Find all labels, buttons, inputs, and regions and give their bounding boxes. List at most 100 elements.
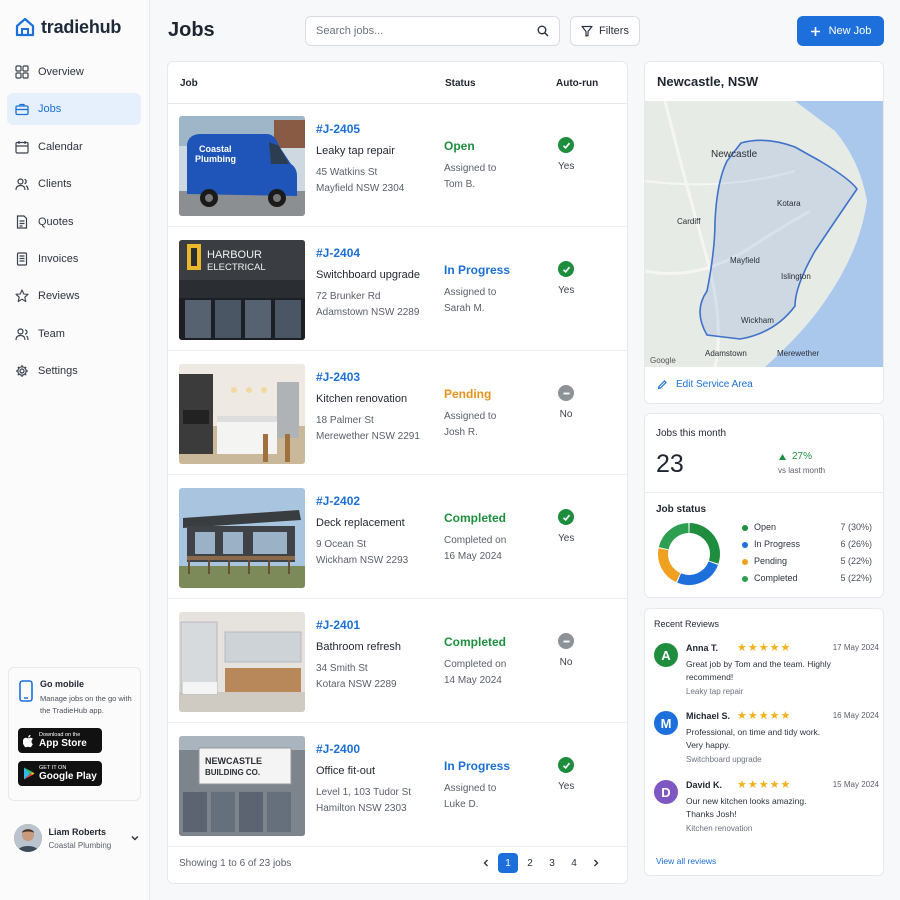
review-date: 17 May 2024 — [832, 643, 879, 652]
job-id-link[interactable]: #J-2402 — [316, 494, 360, 508]
autorun-value: No — [559, 657, 573, 668]
sidebar-item-settings[interactable]: Settings — [7, 355, 141, 387]
review-item[interactable]: D David K. ★★★★★ 15 May 2024 Our new kit… — [654, 779, 879, 841]
filters-button[interactable]: Filters — [570, 16, 640, 46]
job-title: Bathroom refresh — [316, 641, 401, 653]
status-label: Open — [444, 139, 475, 153]
job-thumbnail-building: NEWCASTLE BUILDING CO. — [179, 736, 305, 836]
google-play-button[interactable]: GET IT ON Google Play — [18, 761, 102, 786]
job-id-link[interactable]: #J-2401 — [316, 618, 360, 632]
check-circle-icon[interactable] — [558, 261, 574, 277]
assignment-label: Assigned to — [444, 163, 497, 174]
page-button[interactable]: 1 — [498, 853, 518, 873]
next-page-button[interactable] — [586, 853, 606, 873]
job-id-link[interactable]: #J-2404 — [316, 246, 360, 260]
table-row[interactable]: #J-2401 Bathroom refresh 34 Smith St Kot… — [168, 600, 627, 723]
trend-subtext: vs last month — [778, 466, 826, 475]
assignment-value: Josh R. — [444, 427, 478, 438]
home-logo-icon — [15, 17, 35, 37]
reviewer-name: Michael S. — [686, 711, 731, 721]
legend-value: 5 (22%) — [840, 573, 872, 583]
autorun-value: Yes — [558, 533, 575, 544]
search-input[interactable] — [316, 25, 537, 37]
review-job: Switchboard upgrade — [686, 755, 762, 764]
sidebar-item-label: Clients — [38, 178, 72, 191]
filter-icon — [581, 25, 593, 37]
service-area-map[interactable]: Newcastle Kotara Cardiff Mayfield Isling… — [645, 101, 883, 367]
sidebar-item-overview[interactable]: Overview — [7, 56, 141, 88]
sidebar-item-invoices[interactable]: Invoices — [7, 243, 141, 275]
new-job-button[interactable]: New Job — [797, 16, 884, 46]
search-box[interactable] — [305, 16, 560, 46]
job-address-line1: 18 Palmer St — [316, 415, 374, 426]
table-row[interactable]: Coastal Plumbing #J-2405 Leaky tap repai… — [168, 104, 627, 227]
page-button[interactable]: 4 — [564, 853, 584, 873]
view-all-reviews-link[interactable]: View all reviews — [656, 856, 716, 866]
status-label: In Progress — [444, 759, 511, 773]
rating-stars-icon: ★★★★★ — [737, 710, 792, 722]
map-label: Adamstown — [705, 349, 747, 358]
jobs-this-month-label: Jobs this month — [656, 428, 727, 439]
job-id-link[interactable]: #J-2400 — [316, 742, 360, 756]
sidebar-item-quotes[interactable]: Quotes — [7, 206, 141, 238]
building-text-2: BUILDING CO. — [205, 768, 260, 777]
job-address-line1: 34 Smith St — [316, 663, 368, 674]
job-address-line2: Mayfield NSW 2304 — [316, 183, 405, 194]
map-label: Newcastle — [711, 149, 758, 160]
jobs-this-month-value: 23 — [656, 450, 684, 478]
phone-icon — [19, 680, 33, 702]
legend-label: Open — [754, 522, 777, 532]
sidebar-item-calendar[interactable]: Calendar — [7, 131, 141, 163]
job-status-title: Job status — [656, 504, 707, 515]
check-circle-icon[interactable] — [558, 757, 574, 773]
sidebar-item-team[interactable]: Team — [7, 318, 141, 350]
job-title: Deck replacement — [316, 517, 405, 529]
sidebar-item-label: Jobs — [38, 103, 62, 116]
sidebar-item-jobs[interactable]: Jobs — [7, 93, 141, 126]
table-row[interactable]: NEWCASTLE BUILDING CO. #J-2400 Office fi… — [168, 724, 627, 847]
calendar-icon — [15, 140, 29, 154]
column-header-autorun[interactable]: Auto-run — [556, 78, 598, 89]
promo-text: Manage jobs on the go with the TradieHub… — [40, 694, 132, 715]
logo[interactable]: tradiehub — [14, 16, 121, 38]
job-id-link[interactable]: #J-2403 — [316, 370, 360, 384]
page-button[interactable]: 3 — [542, 853, 562, 873]
legend-value: 5 (22%) — [840, 556, 872, 566]
table-row[interactable]: #J-2403 Kitchen renovation 18 Palmer St … — [168, 352, 627, 475]
column-header-status[interactable]: Status — [445, 78, 476, 89]
donut-slice-open — [689, 523, 720, 564]
minus-circle-icon[interactable] — [558, 633, 574, 649]
divider — [645, 492, 883, 493]
sidebar-item-clients[interactable]: Clients — [7, 168, 141, 200]
edit-service-area-link[interactable]: Edit Service Area — [657, 379, 753, 390]
legend-label: Pending — [754, 556, 788, 566]
map-label: Islington — [781, 272, 811, 281]
prev-page-button[interactable] — [476, 853, 496, 873]
sidebar-item-reviews[interactable]: Reviews — [7, 280, 141, 312]
status-label: Pending — [444, 387, 492, 401]
trend-badge: 27% — [779, 451, 812, 462]
assignment-value: Sarah M. — [444, 303, 485, 314]
chevron-down-icon[interactable] — [130, 833, 140, 843]
review-item[interactable]: M Michael S. ★★★★★ 16 May 2024 Professio… — [654, 710, 879, 772]
reviewer-name: Anna T. — [686, 643, 719, 653]
van-text-1: Coastal — [199, 144, 232, 154]
app-store-button[interactable]: Download on the App Store — [18, 728, 102, 753]
minus-circle-icon[interactable] — [558, 385, 574, 401]
check-circle-icon[interactable] — [558, 509, 574, 525]
autorun-value: Yes — [558, 781, 575, 792]
review-text: Our new kitchen looks amazing. Thanks Jo… — [686, 796, 807, 819]
reviewer-name: David K. — [686, 780, 723, 790]
check-circle-icon[interactable] — [558, 137, 574, 153]
column-header-job[interactable]: Job — [180, 78, 198, 89]
page-button[interactable]: 2 — [520, 853, 540, 873]
review-item[interactable]: A Anna T. ★★★★★ 17 May 2024 Great job by… — [654, 642, 879, 704]
table-row[interactable]: HARBOUR ELECTRICAL #J-2404 Switchboard u… — [168, 228, 627, 351]
user-profile[interactable]: Liam Roberts Coastal Plumbing — [14, 823, 140, 853]
app-store-big-text: App Store — [39, 738, 87, 749]
search-icon[interactable] — [537, 25, 549, 37]
rating-stars-icon: ★★★★★ — [737, 779, 792, 791]
donut-slice-pending — [658, 548, 681, 583]
job-id-link[interactable]: #J-2405 — [316, 122, 360, 136]
table-row[interactable]: #J-2402 Deck replacement 9 Ocean St Wick… — [168, 476, 627, 599]
